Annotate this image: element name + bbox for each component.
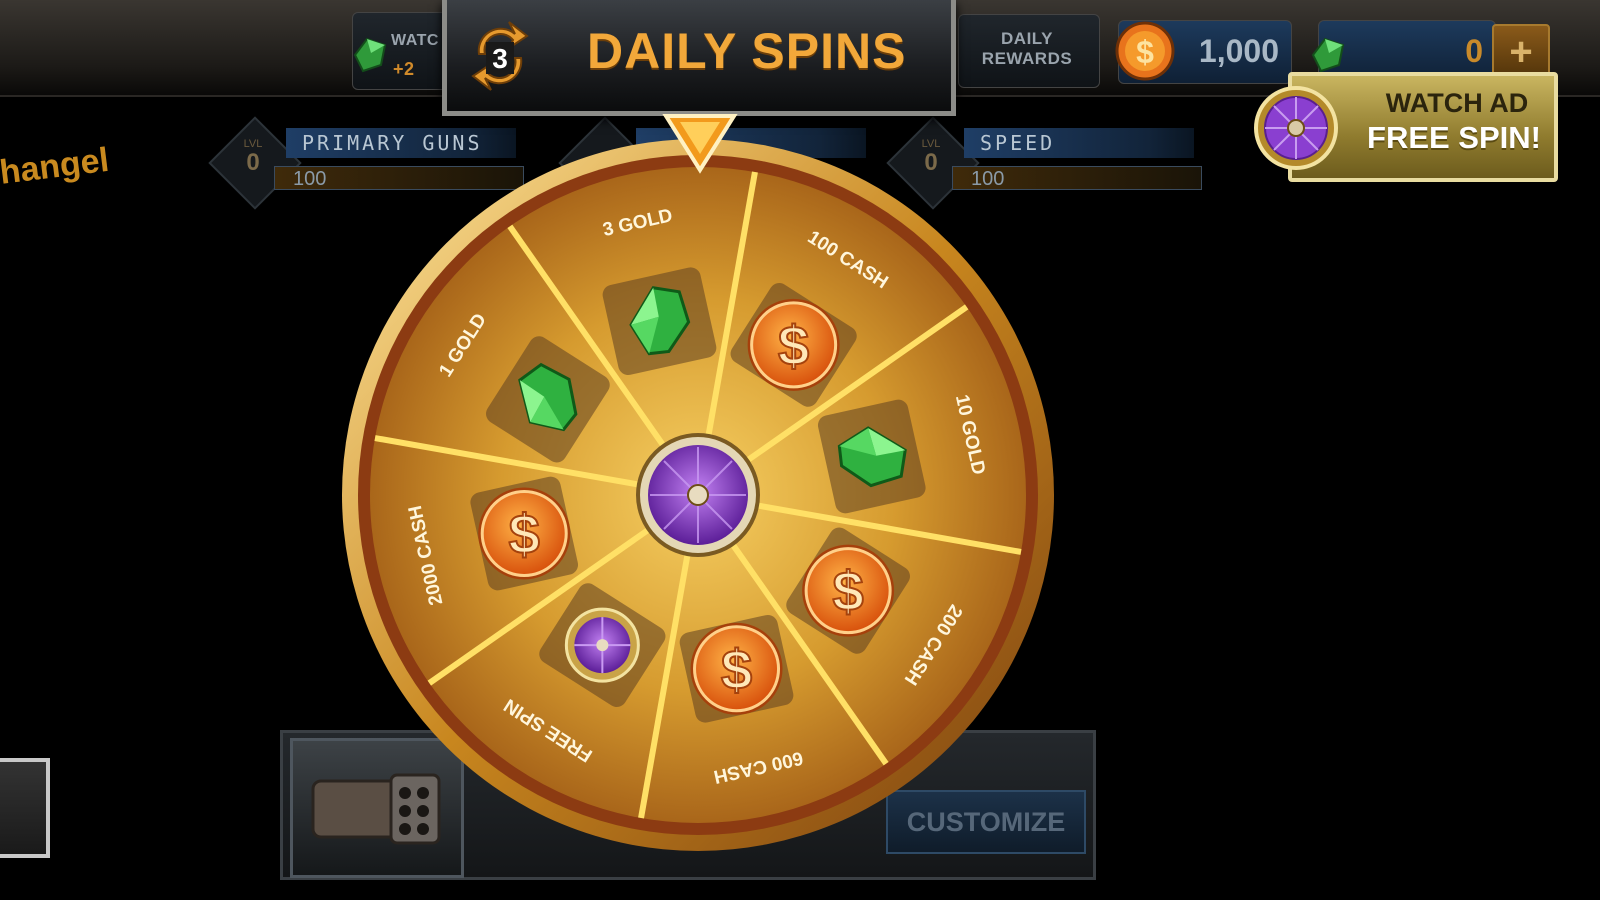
svg-text:$: $ [721, 638, 752, 701]
cash-coin-icon: $ [802, 544, 895, 637]
page-title: DAILY SPINS [587, 23, 907, 79]
cash-coin-icon: $ [478, 487, 571, 580]
wheel-hub [636, 433, 760, 557]
spin-wheel-icon [564, 607, 640, 683]
svg-text:$: $ [509, 503, 540, 566]
wheel-pointer-icon [662, 114, 738, 174]
cash-coin-icon: $ [747, 298, 840, 391]
spins-counter-icon: 3 [471, 21, 529, 91]
spins-count: 3 [492, 43, 508, 74]
svg-text:$: $ [778, 314, 809, 377]
daily-spins-header: 3 DAILY SPINS [442, 0, 956, 116]
prize-wheel[interactable]: 1 GOLD3 GOLD$100 CASH10 GOLD$200 CASH$60… [0, 0, 1600, 900]
svg-text:$: $ [833, 560, 864, 623]
cash-coin-icon: $ [690, 622, 783, 715]
